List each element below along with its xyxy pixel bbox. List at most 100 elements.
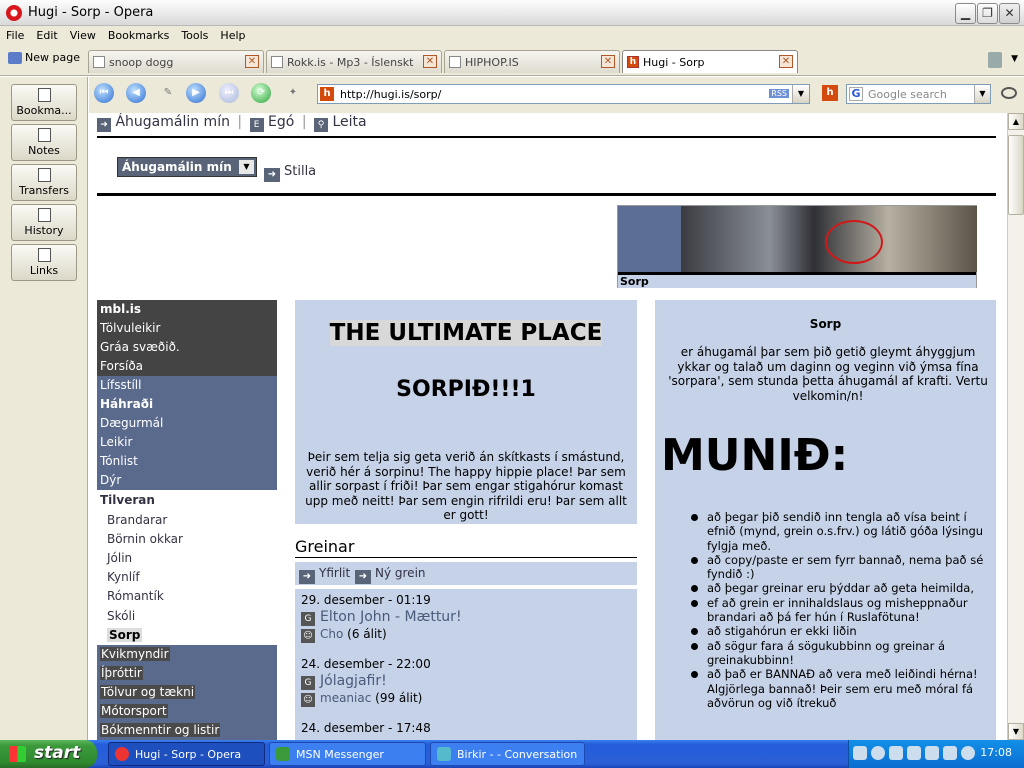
nav-dyr[interactable]: Dýr — [97, 471, 277, 490]
panel-links-button[interactable]: Links — [11, 244, 77, 281]
nav-forsida[interactable]: Forsíða — [97, 357, 277, 376]
nav-graa-svaedid[interactable]: Gráa svæðið. — [97, 338, 277, 357]
scroll-thumb[interactable] — [1008, 135, 1024, 215]
address-bar[interactable]: h http://hugi.is/sorp/ RSS ▼ — [317, 84, 810, 104]
magic-wand-icon[interactable]: ✦ — [283, 83, 303, 103]
banner-caption: Sorp — [618, 275, 976, 288]
back-button[interactable]: ◀ — [126, 83, 146, 103]
interests-select[interactable]: Áhugamálin mín ▼ — [117, 157, 257, 177]
nav-tonlist[interactable]: Tónlist — [97, 452, 277, 471]
tab-hugi-sorp[interactable]: h Hugi - Sorp ✕ — [622, 50, 798, 73]
stilla-link[interactable]: ➜ Stilla — [264, 164, 316, 182]
arrow-icon: ➜ — [299, 570, 315, 584]
nav-ithrottir[interactable]: Íþróttir — [97, 664, 277, 683]
tab-hiphop[interactable]: HIPHOP.IS ✕ — [444, 50, 620, 73]
close-tab-icon[interactable]: ✕ — [423, 55, 437, 68]
security-icon[interactable] — [907, 746, 921, 760]
article-title[interactable]: G Elton John - Mættur! — [301, 609, 462, 626]
close-tab-icon[interactable]: ✕ — [245, 55, 259, 68]
link-ahugamalin[interactable]: Áhugamálin mín — [115, 114, 230, 130]
menu-tools[interactable]: Tools — [175, 26, 214, 42]
monitor-icon[interactable] — [943, 746, 957, 760]
back-arrow-icon[interactable] — [871, 746, 885, 760]
nav-tilveran[interactable]: Tilveran — [97, 491, 277, 510]
nav-hahradi[interactable]: Háhraði — [97, 395, 277, 414]
article-author[interactable]: ☺ Cho (6 álit) — [301, 627, 462, 643]
vertical-scrollbar[interactable]: ▲ ▼ — [1007, 113, 1024, 740]
panel-transfers-button[interactable]: Transfers — [11, 164, 77, 201]
panel-history-button[interactable]: History — [11, 204, 77, 241]
close-tab-icon[interactable]: ✕ — [601, 55, 615, 68]
hugi-search-icon[interactable]: h — [822, 85, 838, 101]
web-page: ➜ Áhugamálin mín | E Egó | ⚲ Leita Áhuga… — [89, 113, 1007, 740]
scroll-up-icon[interactable]: ▲ — [1008, 113, 1024, 130]
yfirlit-link[interactable]: ➜ Yfirlit — [299, 566, 350, 584]
ego-icon: E — [249, 118, 264, 132]
nav-tolvur-og-taekni[interactable]: Tölvur og tækni — [97, 683, 277, 702]
ny-grein-link[interactable]: ➜ Ný grein — [355, 566, 426, 584]
menu-view[interactable]: View — [64, 26, 102, 42]
article-author[interactable]: ☺ meaniac (99 álit) — [301, 691, 431, 707]
address-url[interactable]: http://hugi.is/sorp/ — [340, 88, 441, 101]
taskbar-item-opera[interactable]: Hugi - Sorp - Opera — [108, 742, 265, 766]
speaker-icon[interactable] — [961, 746, 975, 760]
search-input[interactable]: G Google search ▼ — [846, 84, 991, 104]
nav-daegurmal[interactable]: Dægurmál — [97, 414, 277, 433]
menu-bookmarks[interactable]: Bookmarks — [102, 26, 175, 42]
nav-bornin-okkar[interactable]: Börnin okkar — [97, 530, 277, 549]
link-leita[interactable]: Leita — [332, 114, 366, 130]
rss-icon[interactable]: RSS — [769, 89, 789, 98]
nav-jolin[interactable]: Jólin — [97, 549, 277, 568]
view-icon[interactable] — [1001, 87, 1017, 99]
menu-edit[interactable]: Edit — [30, 26, 63, 42]
window-title: Hugi - Sorp - Opera — [28, 5, 154, 20]
links-icon — [37, 248, 51, 262]
forward-button[interactable]: ▶ — [186, 83, 206, 103]
start-button[interactable]: start — [0, 740, 97, 768]
nav-tolvuleikir[interactable]: Tölvuleikir — [97, 319, 277, 338]
fast-forward-button[interactable]: ⏭ — [219, 83, 239, 103]
panel-bookmarks-button[interactable]: Bookma... — [11, 84, 77, 121]
rewind-button[interactable]: ⏮ — [94, 83, 114, 103]
nav-bokmenntir[interactable]: Bókmenntir og listir — [97, 721, 277, 740]
new-page-button[interactable]: New page — [8, 51, 80, 64]
link-ego[interactable]: Egó — [268, 114, 294, 130]
trash-icon[interactable] — [988, 52, 1002, 68]
nav-lifsstill[interactable]: Lífsstíll — [97, 376, 277, 395]
menu-file[interactable]: File — [0, 26, 30, 42]
nav-kvikmyndir[interactable]: Kvikmyndir — [97, 645, 277, 664]
nav-mbl[interactable]: mbl.is — [97, 300, 277, 319]
sorp-banner[interactable]: Sorp — [617, 205, 977, 288]
nav-leikir[interactable]: Leikir — [97, 433, 277, 452]
taskbar: start Hugi - Sorp - Opera MSN Messenger … — [0, 740, 1024, 768]
scroll-down-icon[interactable]: ▼ — [1008, 723, 1024, 740]
close-tab-icon[interactable]: ✕ — [779, 55, 793, 68]
nav-romantik[interactable]: Rómantík — [97, 587, 277, 606]
sync-icon[interactable] — [925, 746, 939, 760]
article-date: 24. desember - 17:48 — [301, 721, 431, 735]
panel-notes-button[interactable]: Notes — [11, 124, 77, 161]
menu-help[interactable]: Help — [214, 26, 251, 42]
wand-icon[interactable]: ✎ — [158, 83, 178, 103]
chevron-down-icon[interactable]: ▼ — [974, 85, 990, 103]
nav-skoli[interactable]: Skóli — [97, 607, 277, 626]
maximize-button[interactable]: ❐ — [977, 3, 998, 24]
reload-button[interactable]: ⟳ — [251, 83, 271, 103]
nav-brandarar[interactable]: Brandarar — [97, 511, 277, 530]
nav-sorp[interactable]: Sorp — [97, 626, 277, 645]
divider — [97, 136, 996, 138]
tab-snoop-dogg[interactable]: snoop dogg ✕ — [88, 50, 264, 73]
taskbar-item-msn[interactable]: MSN Messenger — [269, 742, 426, 766]
red-circle — [825, 220, 883, 264]
nav-kynlif[interactable]: Kynlíf — [97, 568, 277, 587]
minimize-button[interactable]: ▁ — [955, 3, 976, 24]
chevron-down-icon[interactable]: ▼ — [1011, 54, 1018, 64]
chevron-down-icon[interactable]: ▼ — [792, 85, 809, 103]
close-button[interactable]: ✕ — [999, 3, 1020, 24]
article-title[interactable]: G Jólagjafir! — [301, 673, 431, 690]
taskbar-item-conversation[interactable]: Birkir - - Conversation — [430, 742, 585, 766]
help-icon[interactable] — [853, 746, 867, 760]
nav-motorsport[interactable]: Mótorsport — [97, 702, 277, 721]
network-icon[interactable] — [889, 746, 903, 760]
tab-rokk[interactable]: Rokk.is - Mp3 - Íslenskt t...✕ — [266, 50, 442, 73]
